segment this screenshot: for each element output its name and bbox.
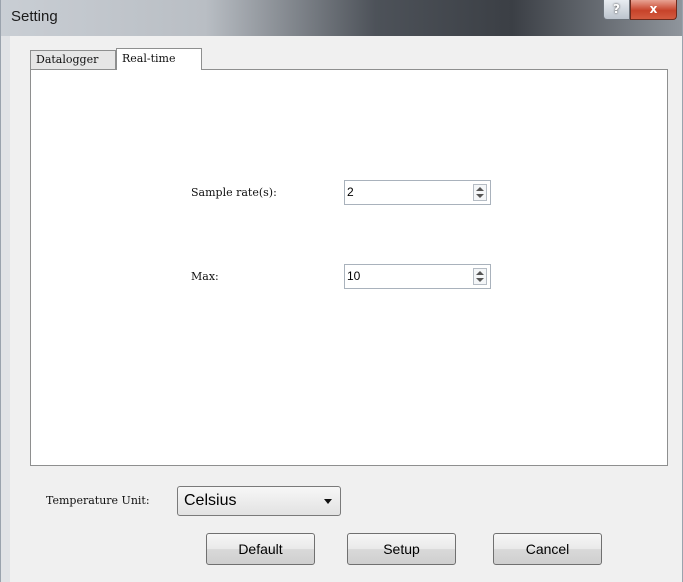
spin-arrows-icon[interactable] xyxy=(473,268,487,285)
default-button[interactable]: Default xyxy=(206,533,315,565)
close-icon: x xyxy=(649,2,658,16)
temperature-unit-select[interactable]: Celsius xyxy=(177,486,341,516)
help-button[interactable]: ? xyxy=(603,0,630,20)
settings-dialog: Setting ? x Datalogger Real-time Sample … xyxy=(0,0,683,582)
cancel-button[interactable]: Cancel xyxy=(493,533,602,565)
title-bar[interactable]: Setting ? x xyxy=(1,0,682,36)
spin-up-arrow-icon[interactable] xyxy=(476,187,484,191)
temperature-unit-value: Celsius xyxy=(184,492,237,509)
sample-rate-label: Sample rate(s): xyxy=(191,186,277,199)
chevron-down-icon[interactable] xyxy=(324,499,332,504)
window-title: Setting xyxy=(11,8,58,25)
spin-up-arrow-icon[interactable] xyxy=(476,271,484,275)
spin-down-arrow-icon[interactable] xyxy=(476,194,484,198)
close-button[interactable]: x xyxy=(630,0,677,20)
tab-datalogger[interactable]: Datalogger xyxy=(30,50,116,69)
sample-rate-spinbox[interactable]: 2 xyxy=(344,180,491,205)
temperature-unit-label: Temperature Unit: xyxy=(46,494,150,507)
tab-real-time[interactable]: Real-time xyxy=(116,48,202,70)
setup-button[interactable]: Setup xyxy=(347,533,456,565)
max-label: Max: xyxy=(191,270,219,283)
max-value[interactable]: 10 xyxy=(347,269,360,283)
sample-rate-value[interactable]: 2 xyxy=(347,185,354,199)
window-left-edge xyxy=(1,0,10,582)
spin-arrows-icon[interactable] xyxy=(473,184,487,201)
max-spinbox[interactable]: 10 xyxy=(344,264,491,289)
spin-down-arrow-icon[interactable] xyxy=(476,278,484,282)
question-icon: ? xyxy=(613,2,620,16)
